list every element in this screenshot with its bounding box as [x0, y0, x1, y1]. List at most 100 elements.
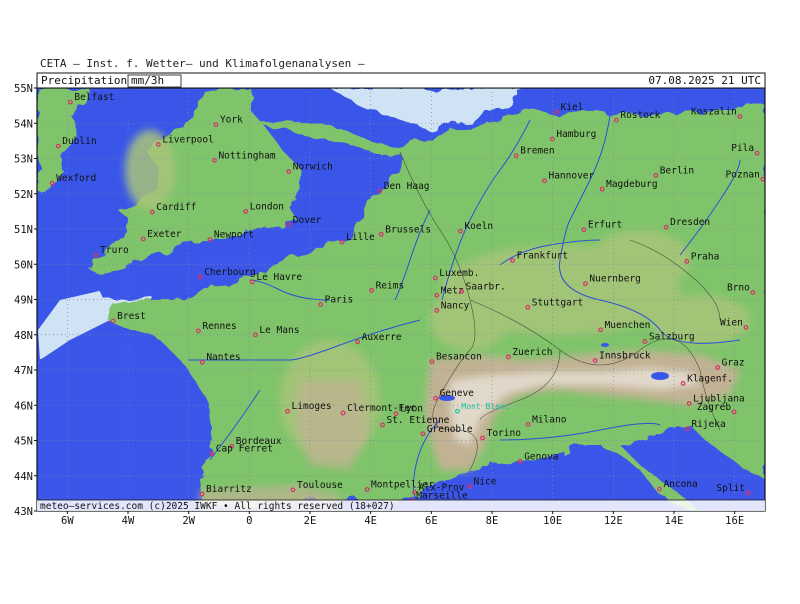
- city-label: Innsbruck: [599, 350, 651, 361]
- city: Hannover: [542, 171, 595, 184]
- city: Stuttgart: [525, 297, 583, 310]
- city-label: Lyon: [400, 404, 423, 415]
- city-label: Grenoble: [427, 424, 473, 435]
- city-label: Milano: [532, 414, 567, 425]
- city-label: Brest: [117, 311, 146, 322]
- city-label: Brno: [727, 282, 750, 293]
- city: Grenoble: [420, 424, 473, 437]
- city-label: Praha: [691, 251, 720, 262]
- latitude-label: 49N: [14, 295, 33, 307]
- city: Poznan: [726, 169, 765, 182]
- city-label: Kiel: [561, 102, 584, 113]
- city: Ancona: [657, 479, 698, 492]
- city-label: Torino: [487, 428, 522, 439]
- city-label: Limoges: [292, 401, 332, 412]
- city-label: Den Haag: [384, 181, 430, 192]
- city: Geneve: [433, 388, 474, 401]
- city-label: Dover: [293, 215, 322, 226]
- map-layers: Belfast Dublin Wexford York Liverpool Notting…: [37, 88, 765, 511]
- longitude-label: 0: [246, 515, 252, 527]
- city-label: Ancona: [663, 479, 697, 490]
- city: Auxerre: [355, 332, 402, 345]
- city: Le Havre: [249, 272, 302, 285]
- city-label: Exeter: [147, 229, 182, 240]
- city-label: Split: [716, 483, 745, 494]
- weather-map: Belfast Dublin Wexford York Liverpool Notting…: [0, 0, 800, 600]
- city-label: Graz: [722, 358, 745, 369]
- city-label: Rostock: [620, 110, 660, 121]
- city: Berlin: [653, 165, 694, 178]
- city-label: Norwich: [293, 162, 333, 173]
- city-label: Nice: [474, 476, 497, 487]
- city: Rostock: [613, 110, 661, 123]
- city: Wexford: [49, 173, 96, 186]
- longitude-label: 4E: [364, 515, 377, 527]
- city-label: Mont Blanc: [461, 402, 509, 411]
- city-label: Nantes: [206, 352, 240, 363]
- city-label: Berlin: [660, 165, 694, 176]
- city: Praha: [684, 251, 720, 264]
- city-label: Cardiff: [156, 202, 196, 213]
- city: Hamburg: [549, 129, 596, 142]
- city: Salzburg: [642, 331, 695, 344]
- city-label: Lille: [346, 232, 375, 243]
- city: Dresden: [663, 217, 710, 230]
- unit-label: mm/3h: [131, 74, 164, 87]
- city: Nottingham: [212, 150, 276, 163]
- city: Rijeka: [684, 419, 726, 432]
- latitude-label: 46N: [14, 400, 33, 412]
- city: Liverpool: [155, 134, 214, 147]
- city-label: Truro: [100, 245, 129, 256]
- city-label: Brussels: [385, 224, 431, 235]
- city: Nuernberg: [583, 274, 641, 287]
- city: Genova: [517, 451, 559, 464]
- city-label: Dublin: [62, 136, 96, 147]
- city-label: Le Mans: [259, 325, 299, 336]
- city-label: Wexford: [56, 173, 96, 184]
- city-label: Hamburg: [556, 129, 596, 140]
- city-label: London: [250, 201, 284, 212]
- city: Bremen: [513, 146, 555, 159]
- city-label: Le Havre: [256, 272, 302, 283]
- latitude-label: 47N: [14, 365, 33, 377]
- city-label: Liverpool: [162, 134, 213, 145]
- longitude-label: 4W: [122, 515, 135, 527]
- city-label: Nottingham: [218, 150, 275, 161]
- city-label: Genova: [524, 451, 558, 462]
- latitude-label: 54N: [14, 118, 33, 130]
- city: Brussels: [378, 224, 431, 237]
- city-label: Paris: [325, 294, 354, 305]
- city-label: Stuttgart: [532, 297, 583, 308]
- city: Zuerich: [505, 347, 552, 360]
- longitude-label: 6E: [425, 515, 438, 527]
- footer-credit: meteo—services.com (c)2025 IWKF • All ri…: [40, 501, 395, 512]
- city-label: Zuerich: [512, 347, 552, 358]
- city-label: Wien: [720, 317, 743, 328]
- city: Reims: [369, 280, 404, 293]
- longitude-label: 12E: [604, 515, 623, 527]
- city-label: Toulouse: [297, 480, 343, 491]
- city-label: Besancon: [436, 352, 482, 363]
- latitude-label: 50N: [14, 259, 33, 271]
- city-label: Newport: [214, 230, 254, 241]
- city-label: Magdeburg: [606, 179, 657, 190]
- city: Dublin: [55, 136, 97, 149]
- city-label: Saarbr.: [466, 281, 506, 292]
- city: Exeter: [140, 229, 182, 242]
- city: Brest: [110, 311, 146, 324]
- top-label-bar: Precipitation mm/3h 07.08.2025 21 UTC: [36, 72, 766, 89]
- longitude-label: 6W: [61, 515, 74, 527]
- latitude-label: 52N: [14, 189, 33, 201]
- city: Dover: [286, 215, 322, 228]
- city-label: Zagreb: [697, 402, 732, 413]
- city-label: Belfast: [74, 92, 114, 103]
- city-label: Cap Ferret: [216, 444, 273, 455]
- city: Le Mans: [252, 325, 299, 338]
- city-label: Luxemb.: [439, 268, 479, 279]
- city: Klagenf.: [680, 373, 733, 386]
- city: Biarritz: [199, 484, 252, 497]
- city: Frankfurt: [510, 250, 568, 263]
- city: Torino: [480, 428, 522, 441]
- city: Innsbruck: [592, 350, 651, 363]
- latitude-label: 51N: [14, 224, 33, 236]
